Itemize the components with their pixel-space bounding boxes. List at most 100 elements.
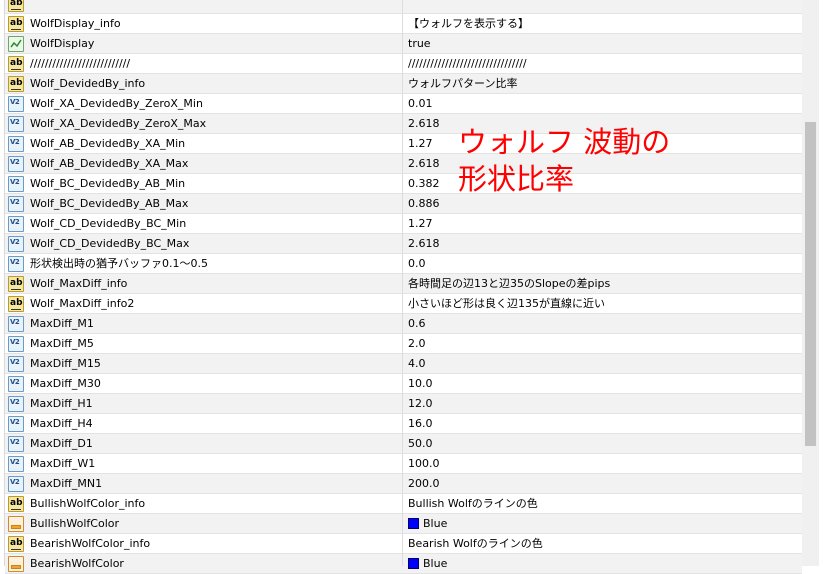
parameter-value[interactable]: 0.6 xyxy=(408,314,426,334)
parameter-row[interactable]: ab//////////////////////////////////////… xyxy=(5,54,802,74)
parameter-row[interactable]: V2 MaxDiff_M5 2.0 xyxy=(5,334,802,354)
parameter-value[interactable]: 4.0 xyxy=(408,354,426,374)
value-icon: V2 xyxy=(8,456,24,472)
parameter-name: MaxDiff_M15 xyxy=(30,357,101,370)
parameter-value[interactable]: 50.0 xyxy=(408,434,433,454)
parameter-value[interactable]: //////////////////////////////// xyxy=(408,54,527,74)
parameter-value-text: 2.618 xyxy=(408,117,440,130)
value-icon: V2 xyxy=(8,176,24,192)
ab-icon: ab xyxy=(8,536,24,552)
parameter-value[interactable]: 0.0 xyxy=(408,254,426,274)
parameter-row[interactable]: BearishWolfColor Blue xyxy=(5,554,802,574)
parameter-value-text: 0.01 xyxy=(408,97,433,110)
parameter-row[interactable]: ab xyxy=(5,0,802,14)
parameter-value[interactable]: 0.382 xyxy=(408,174,440,194)
parameter-row[interactable]: V2 MaxDiff_W1 100.0 xyxy=(5,454,802,474)
parameter-row[interactable]: V2 Wolf_BC_DevidedBy_AB_Min 0.382 xyxy=(5,174,802,194)
parameter-row[interactable]: V2 MaxDiff_MN1 200.0 xyxy=(5,474,802,494)
parameter-value[interactable]: true xyxy=(408,34,431,54)
parameter-name: MaxDiff_M1 xyxy=(30,317,94,330)
parameter-value[interactable]: ウォルフパターン比率 xyxy=(408,74,517,94)
parameter-value[interactable]: Blue xyxy=(408,514,447,534)
parameter-row[interactable]: V2 Wolf_BC_DevidedBy_AB_Max 0.886 xyxy=(5,194,802,214)
parameter-value-text: true xyxy=(408,37,431,50)
parameter-value[interactable]: 0.01 xyxy=(408,94,433,114)
column-separator[interactable] xyxy=(402,0,403,566)
parameter-value-text: Blue xyxy=(423,517,448,530)
parameter-name: /////////////////////////// xyxy=(30,57,131,70)
parameter-value[interactable]: 2.618 xyxy=(408,234,440,254)
parameter-value[interactable]: Bearish Wolfのラインの色 xyxy=(408,534,543,554)
parameter-value-text: 2.0 xyxy=(408,337,426,350)
ab-icon: ab xyxy=(8,276,24,292)
parameter-row[interactable]: V2 MaxDiff_H4 16.0 xyxy=(5,414,802,434)
parameter-name: BearishWolfColor xyxy=(30,557,124,570)
parameter-value[interactable]: 12.0 xyxy=(408,394,433,414)
parameter-value-text: 1.27 xyxy=(408,217,433,230)
parameter-name: BullishWolfColor_info xyxy=(30,497,146,510)
parameter-row[interactable]: WolfDisplay true xyxy=(5,34,802,54)
value-icon: V2 xyxy=(8,356,24,372)
parameter-value[interactable]: 1.27 xyxy=(408,134,433,154)
parameter-row[interactable]: V2 MaxDiff_H1 12.0 xyxy=(5,394,802,414)
parameter-row[interactable]: ab WolfDisplay_info 【ウォルフを表示する】 xyxy=(5,14,802,34)
parameter-row[interactable]: V2 MaxDiff_M1 0.6 xyxy=(5,314,802,334)
annotation-line-1: ウォルフ 波動の xyxy=(458,125,671,159)
parameter-value[interactable]: 16.0 xyxy=(408,414,433,434)
parameter-value[interactable]: Bullish Wolfのラインの色 xyxy=(408,494,538,514)
parameter-value-text: 4.0 xyxy=(408,357,426,370)
value-icon: V2 xyxy=(8,136,24,152)
parameter-value[interactable]: 【ウォルフを表示する】 xyxy=(408,14,529,34)
parameter-row[interactable]: ab BullishWolfColor_info Bullish Wolfのラインの… xyxy=(5,494,802,514)
parameter-value[interactable]: 2.0 xyxy=(408,334,426,354)
parameter-row[interactable]: V2 Wolf_AB_DevidedBy_XA_Min 1.27 xyxy=(5,134,802,154)
parameter-row[interactable]: V2 Wolf_XA_DevidedBy_ZeroX_Max 2.618 xyxy=(5,114,802,134)
color-swatch xyxy=(408,518,419,529)
parameter-name: Wolf_BC_DevidedBy_AB_Max xyxy=(30,197,189,210)
ab-icon: ab xyxy=(8,56,24,72)
ab-icon: ab xyxy=(8,0,24,12)
parameter-value-text: 小さいほど形は良く辺135が直線に近い xyxy=(408,297,605,310)
parameter-row[interactable]: V2 MaxDiff_D1 50.0 xyxy=(5,434,802,454)
value-icon: V2 xyxy=(8,256,24,272)
parameter-row[interactable]: V2 Wolf_AB_DevidedBy_XA_Max 2.618 xyxy=(5,154,802,174)
parameter-value[interactable]: 200.0 xyxy=(408,474,440,494)
scrollbar-thumb[interactable] xyxy=(805,122,816,446)
parameter-value[interactable]: 0.886 xyxy=(408,194,440,214)
parameter-value[interactable]: 100.0 xyxy=(408,454,440,474)
parameter-value-text: ウォルフパターン比率 xyxy=(408,77,518,90)
parameter-value-text: 2.618 xyxy=(408,157,440,170)
parameter-value[interactable]: 1.27 xyxy=(408,214,433,234)
parameter-value-text: 12.0 xyxy=(408,397,433,410)
parameter-value[interactable]: Blue xyxy=(408,554,447,574)
parameter-row[interactable]: BullishWolfColor Blue xyxy=(5,514,802,534)
parameter-row[interactable]: V2 Wolf_XA_DevidedBy_ZeroX_Min 0.01 xyxy=(5,94,802,114)
parameter-row[interactable]: V2 形状検出時の猶予バッファ0.1～0.5 0.0 xyxy=(5,254,802,274)
parameter-value[interactable]: 各時間足の辺13と辺35のSlopeの差pips xyxy=(408,274,610,294)
parameter-value-text: 10.0 xyxy=(408,377,433,390)
parameter-name: MaxDiff_H4 xyxy=(30,417,93,430)
value-icon: V2 xyxy=(8,436,24,452)
parameter-value-text: Bearish Wolfのラインの色 xyxy=(408,537,543,550)
parameter-row[interactable]: ab Wolf_MaxDiff_info2 小さいほど形は良く辺135が直線に近い xyxy=(5,294,802,314)
parameter-value[interactable]: 10.0 xyxy=(408,374,433,394)
ab-icon: ab xyxy=(8,76,24,92)
parameter-name: MaxDiff_M30 xyxy=(30,377,101,390)
parameter-row[interactable]: ab BearishWolfColor_info Bearish Wolfのラインの… xyxy=(5,534,802,554)
parameter-name: Wolf_CD_DevidedBy_BC_Min xyxy=(30,217,187,230)
parameter-value[interactable]: 2.618 xyxy=(408,154,440,174)
parameter-value-text: 0.382 xyxy=(408,177,440,190)
parameter-value[interactable]: 小さいほど形は良く辺135が直線に近い xyxy=(408,294,605,314)
parameter-row[interactable]: V2 MaxDiff_M30 10.0 xyxy=(5,374,802,394)
parameter-row[interactable]: V2 Wolf_CD_DevidedBy_BC_Min 1.27 xyxy=(5,214,802,234)
parameter-row[interactable]: ab Wolf_DevidedBy_info ウォルフパターン比率 xyxy=(5,74,802,94)
parameter-row[interactable]: V2 Wolf_CD_DevidedBy_BC_Max 2.618 xyxy=(5,234,802,254)
parameter-value-text: 各時間足の辺13と辺35のSlopeの差pips xyxy=(408,277,611,290)
parameter-row[interactable]: ab Wolf_MaxDiff_info 各時間足の辺13と辺35のSlopeの差p… xyxy=(5,274,802,294)
value-icon: V2 xyxy=(8,396,24,412)
parameter-value[interactable]: 2.618 xyxy=(408,114,440,134)
parameter-name: WolfDisplay xyxy=(30,37,95,50)
parameter-name: Wolf_MaxDiff_info xyxy=(30,277,128,290)
parameter-row[interactable]: V2 MaxDiff_M15 4.0 xyxy=(5,354,802,374)
vertical-scrollbar[interactable] xyxy=(802,0,819,566)
